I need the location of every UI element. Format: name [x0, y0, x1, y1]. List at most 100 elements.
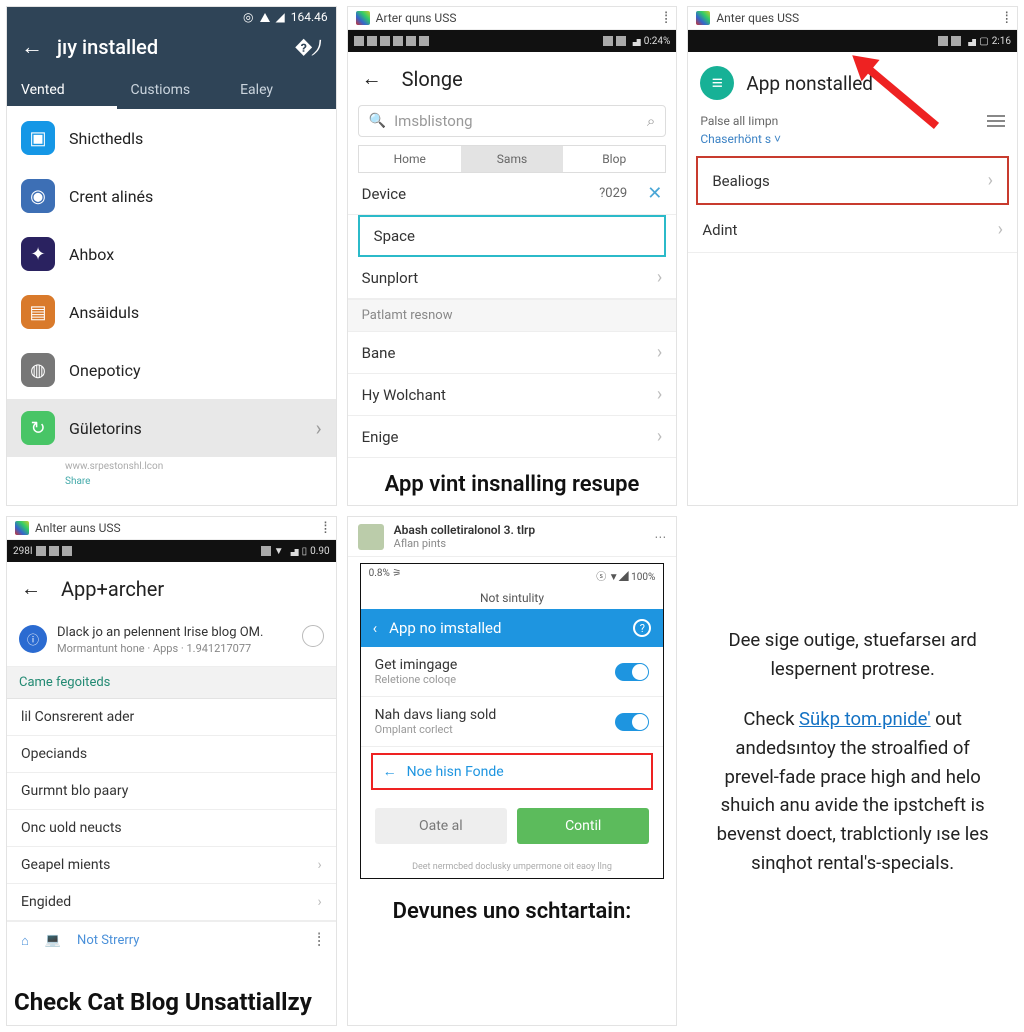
- tab-ealey[interactable]: Ealey: [226, 74, 336, 109]
- toggle-item[interactable]: Get imingageReletione coloqe: [361, 647, 664, 697]
- chevron-right-icon: ›: [998, 219, 1003, 240]
- status-bar: 0.8% ⚞ ⓢ ▼◢ 100%: [361, 564, 664, 587]
- tabs: Vented Custioms Ealey: [7, 74, 336, 109]
- tab-customs[interactable]: Custioms: [117, 74, 227, 109]
- back-icon[interactable]: ←: [21, 34, 43, 60]
- list-item[interactable]: ▣Shicthedls: [7, 109, 336, 167]
- toggle-switch[interactable]: [615, 713, 649, 731]
- toggle-item[interactable]: Nah davs liang soldOmplant corlect: [361, 697, 664, 747]
- list-item[interactable]: Geapel mients›: [7, 847, 336, 884]
- section-header: Patlamt resnow: [348, 299, 677, 332]
- menu-icon[interactable]: �⵰: [294, 37, 321, 58]
- app-icon: ▣: [21, 121, 55, 155]
- list-item[interactable]: ◉Crent alinés: [7, 167, 336, 225]
- chevron-right-icon: ›: [657, 384, 662, 405]
- list-item[interactable]: Hy Wolchant›: [348, 374, 677, 416]
- panel-app-no-installed: Abash colletiralonol 3. tlrp Aflan pints…: [347, 516, 678, 1026]
- list-item[interactable]: Gurmnt blo paary: [7, 773, 336, 810]
- chevron-right-icon: ›: [317, 857, 321, 873]
- hamburger-icon[interactable]: [987, 115, 1005, 127]
- list-item[interactable]: Device?029✕: [348, 173, 677, 215]
- list-item[interactable]: Bane›: [348, 332, 677, 374]
- back-icon[interactable]: ‹: [373, 619, 378, 637]
- tab-vented[interactable]: Vented: [7, 74, 117, 109]
- panel-compatibility: Anter ques USS ⁞ ▢2:16 ≡ App nonstalled …: [687, 6, 1018, 506]
- list-item[interactable]: ↻Gületorins›: [7, 399, 336, 457]
- chevron-right-icon: ›: [988, 170, 993, 191]
- close-icon[interactable]: ✕: [647, 183, 662, 204]
- list-item[interactable]: Bealiogs›: [696, 156, 1009, 205]
- list-item[interactable]: Sunplort›: [348, 257, 677, 299]
- link[interactable]: Sükp tom.pnide': [799, 708, 931, 730]
- tab-blop[interactable]: Blop: [563, 146, 665, 172]
- page-title: jıy installed: [57, 35, 280, 59]
- ring-icon: [302, 625, 324, 647]
- home-icon[interactable]: ⌂: [21, 933, 29, 949]
- panel-app-archer: Anlter auns USS ⁞ 298I ▼▯ 0.90 ← App+arc…: [6, 516, 337, 1026]
- tab-home[interactable]: Home: [359, 146, 461, 172]
- search-icon: 🔍: [369, 113, 386, 129]
- avatar-icon: ⓘ: [19, 625, 47, 653]
- status-bar: ▢2:16: [688, 30, 1017, 52]
- help-icon[interactable]: ?: [633, 619, 651, 637]
- chevron-right-icon: ›: [316, 416, 322, 440]
- voice-search-icon[interactable]: ⌕: [647, 112, 655, 130]
- cancel-button[interactable]: Oate al: [375, 808, 507, 844]
- section-header: Came fegoiteds: [7, 667, 336, 699]
- filter-dropdown[interactable]: Chaserhönt s ˅: [688, 132, 1017, 154]
- foot-label[interactable]: Not Strerry: [77, 933, 139, 948]
- overflow-icon[interactable]: ⁞: [317, 930, 322, 951]
- panel-caption: Devunes uno schtartain:: [348, 885, 677, 931]
- confirm-button[interactable]: Contil: [517, 808, 649, 844]
- list-item[interactable]: Adint›: [688, 207, 1017, 253]
- chevron-right-icon: ›: [657, 267, 662, 288]
- window-title: Anlter auns USS ⁞: [7, 517, 336, 540]
- page-title: Slonge: [402, 67, 463, 91]
- app-icon: ▤: [21, 295, 55, 329]
- overflow-icon[interactable]: ⁞: [664, 13, 668, 23]
- overflow-icon[interactable]: ⁞: [323, 523, 327, 533]
- panel-installed-apps: ◎◢ 164.46 ← jıy installed �⵰ Vented Cust…: [6, 6, 337, 506]
- status-bar: 0:24%: [348, 30, 677, 52]
- footer-url: www.srpestonshl.lcon: [7, 457, 336, 476]
- panel-storage: Arter quns USS ⁞ 0:24% ← Slonge 🔍 Imsbli…: [347, 6, 678, 506]
- list-item[interactable]: ◍Onepoticy: [7, 341, 336, 399]
- paragraph-1: Dee sige outige, stuefarseı ard lesperne…: [711, 626, 994, 683]
- app-icon: ◉: [21, 179, 55, 213]
- tab-sams[interactable]: Sams: [461, 146, 563, 172]
- subtitle: Palse all Iimpn: [700, 114, 778, 128]
- search-input[interactable]: 🔍 Imsblistong ⌕: [358, 105, 667, 137]
- list-item[interactable]: ✦Ahbox: [7, 225, 336, 283]
- status-time: 164.46: [291, 10, 328, 24]
- message-card[interactable]: ⓘ Dlack jo an pelennent lrise blog OM. M…: [7, 615, 336, 667]
- chevron-right-icon: ›: [657, 342, 662, 363]
- list-item[interactable]: Opeciands: [7, 736, 336, 773]
- app-icon: ≡: [700, 66, 734, 100]
- header-bar: ‹ App no imstalled ?: [361, 609, 664, 647]
- list-item[interactable]: lil Consrerent ader: [7, 699, 336, 736]
- window-title: Anter ques USS ⁞: [688, 7, 1017, 30]
- page-title: App+archer: [61, 577, 164, 601]
- app-icon: ↻: [21, 411, 55, 445]
- list-item[interactable]: ▤Ansäiduls: [7, 283, 336, 341]
- overflow-icon[interactable]: ⁞: [1005, 13, 1009, 23]
- list-item[interactable]: Space: [358, 215, 667, 257]
- toggle-switch[interactable]: [615, 663, 649, 681]
- laptop-icon[interactable]: 💻: [45, 933, 61, 948]
- mini-title: Not sintulity: [361, 587, 664, 609]
- app-icon: ◍: [21, 353, 55, 387]
- app-icon: ✦: [21, 237, 55, 271]
- footer-text: Deet nermcbed doclusky umpermone oit eao…: [361, 856, 664, 878]
- panel-caption: App vint insnalling resupe: [348, 458, 677, 504]
- footer-share[interactable]: Share: [7, 476, 336, 491]
- panel-caption: Check-i compatibilty: [688, 493, 1017, 506]
- highlighted-back[interactable]: ← Noe hisn Fonde: [371, 753, 654, 790]
- list-item[interactable]: Enige›: [348, 416, 677, 458]
- list-item[interactable]: Engided›: [7, 884, 336, 921]
- back-icon[interactable]: ←: [362, 66, 382, 91]
- overflow-icon[interactable]: ⋯: [654, 530, 666, 544]
- avatar: [358, 524, 384, 550]
- back-icon[interactable]: ←: [21, 576, 41, 601]
- list-item[interactable]: Onc uold neucts: [7, 810, 336, 847]
- chevron-right-icon: ›: [317, 894, 321, 910]
